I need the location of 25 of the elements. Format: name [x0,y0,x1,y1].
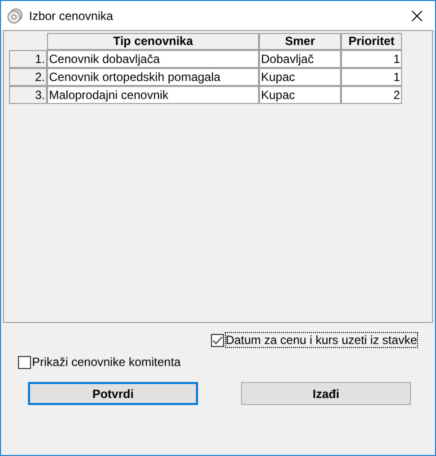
checkbox[interactable] [210,334,224,346]
row-header[interactable]: 1. [9,50,47,68]
row-header[interactable]: 3. [9,86,47,104]
checkmark-icon [212,336,223,344]
table-cell: 1 [341,68,402,86]
column-header[interactable]: Smer [259,33,341,50]
checkbox-label: Datum za cenu i kurs uzeti iz stavke [224,332,418,348]
row-header[interactable]: 2. [9,68,47,86]
table-cell: Cenovnik ortopedskih pomagala [47,68,259,86]
dialog-button[interactable]: Izađi [241,382,411,405]
table-cell: Kupac [259,68,341,86]
column-header[interactable]: Prioritet [341,33,402,50]
table-cell: 1 [341,50,402,68]
column-header[interactable]: Tip cenovnika [47,33,259,50]
table-cell: 2 [341,86,402,104]
table-cell: Dobavljač [259,50,341,68]
table-cell: Kupac [259,86,341,104]
table-cell: Maloprodajni cenovnik [47,86,259,104]
table-cell: Cenovnik dobavljača [47,50,259,68]
window-title: Izbor cenovnika [29,8,114,24]
close-icon[interactable] [411,10,423,22]
discs-icon [7,8,23,24]
checkbox-label: Prikaži cenovnike komitenta [32,355,181,369]
dialog-button[interactable]: Potvrdi [28,382,198,405]
checkbox[interactable] [18,356,31,368]
